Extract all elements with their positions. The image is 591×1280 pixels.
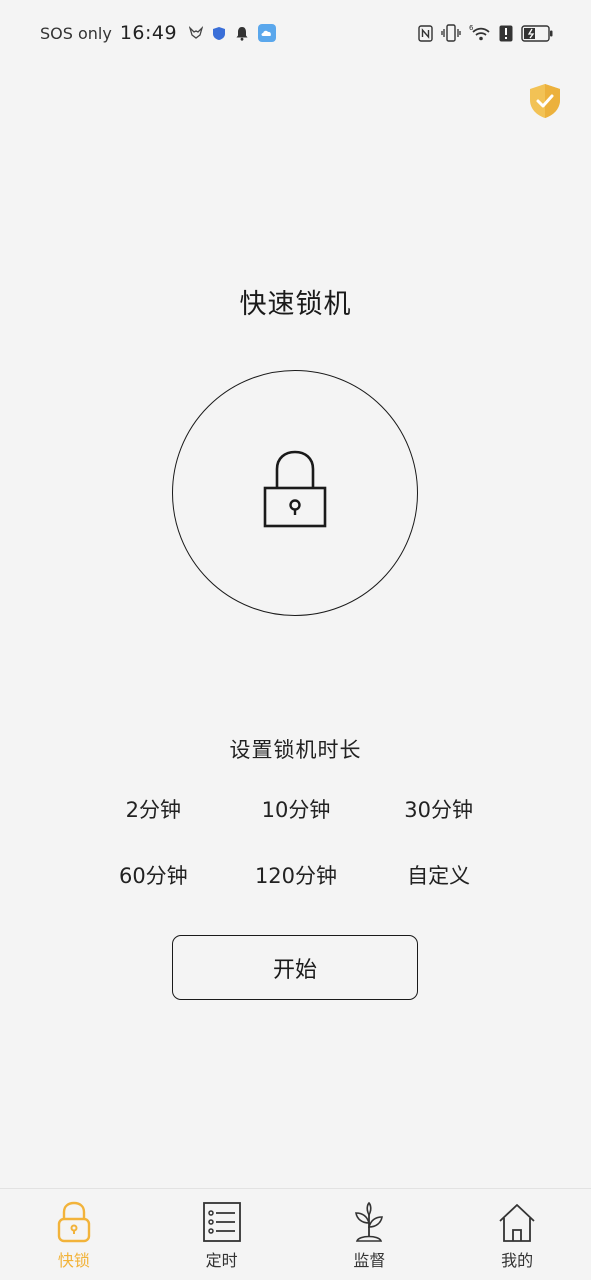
bottom-nav: 快锁 定时 监督 我的 <box>0 1188 591 1280</box>
duration-options: 2分钟 10分钟 30分钟 60分钟 120分钟 自定义 <box>82 794 510 892</box>
nfc-icon <box>418 24 433 42</box>
status-bar: SOS only 16:49 6 <box>0 0 591 66</box>
duration-option-custom[interactable]: 自定义 <box>367 860 510 892</box>
nav-item-supervise[interactable]: 监督 <box>296 1189 444 1280</box>
clock-time: 16:49 <box>119 22 178 44</box>
nav-label-quick-lock: 快锁 <box>57 1251 90 1270</box>
battery-charging-icon <box>521 24 553 42</box>
vibrate-icon <box>441 24 461 42</box>
status-bar-left: SOS only 16:49 <box>40 22 277 44</box>
padlock-icon <box>263 450 327 536</box>
page-title: 快速锁机 <box>239 289 352 320</box>
nav-item-quick-lock[interactable]: 快锁 <box>0 1189 148 1280</box>
shield-app-icon <box>212 26 226 41</box>
start-button[interactable]: 开始 <box>172 935 418 1000</box>
quick-lock-button[interactable] <box>172 370 418 616</box>
duration-option-30min[interactable]: 30分钟 <box>367 794 510 826</box>
status-bar-right: 6 <box>418 24 553 42</box>
nav-item-schedule[interactable]: 定时 <box>148 1189 296 1280</box>
wifi-icon: 6 <box>469 24 491 42</box>
home-icon <box>496 1201 538 1243</box>
fox-app-icon <box>189 26 204 40</box>
checklist-icon <box>201 1201 243 1243</box>
carrier-text: SOS only <box>40 23 112 43</box>
duration-option-10min[interactable]: 10分钟 <box>225 794 368 826</box>
duration-option-120min[interactable]: 120分钟 <box>225 860 368 892</box>
lock-icon <box>53 1201 95 1243</box>
nav-label-mine: 我的 <box>501 1251 534 1270</box>
duration-option-60min[interactable]: 60分钟 <box>82 860 225 892</box>
duration-option-2min[interactable]: 2分钟 <box>82 794 225 826</box>
security-shield-icon[interactable] <box>527 82 563 120</box>
nav-label-schedule: 定时 <box>205 1251 238 1270</box>
bell-icon <box>235 26 249 41</box>
sprout-icon <box>348 1201 390 1243</box>
weather-app-icon <box>258 24 277 42</box>
duration-heading: 设置锁机时长 <box>229 738 362 762</box>
nav-label-supervise: 监督 <box>353 1251 386 1270</box>
alert-icon <box>499 25 513 42</box>
nav-item-mine[interactable]: 我的 <box>443 1189 591 1280</box>
notification-icons <box>189 24 277 42</box>
